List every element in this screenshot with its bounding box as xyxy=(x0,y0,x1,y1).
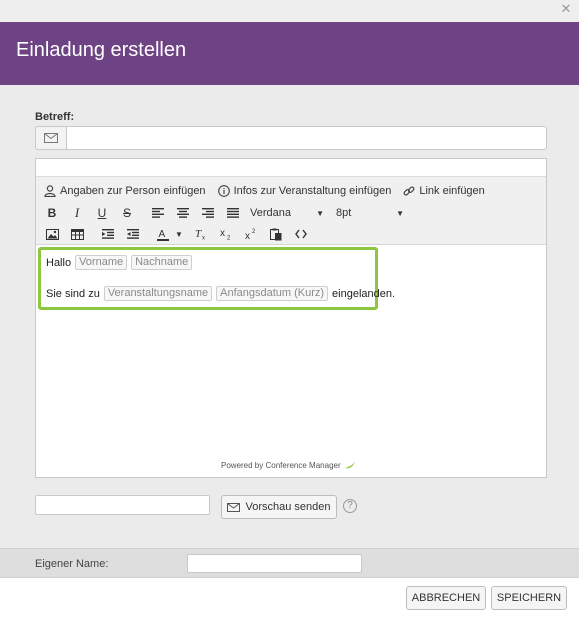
help-icon[interactable]: ? xyxy=(343,499,357,513)
svg-text:A: A xyxy=(159,229,166,240)
insert-event-label: Infos zur Veranstaltung einfügen xyxy=(233,185,392,197)
insert-person-button[interactable]: Angaben zur Person einfügen xyxy=(44,185,206,197)
italic-button[interactable]: I xyxy=(67,204,87,222)
align-right-icon xyxy=(202,208,214,218)
font-size-value: 8pt xyxy=(336,207,352,219)
powered-by: Powered by Conference Manager xyxy=(221,460,356,470)
dialog-top-bar: ✕ xyxy=(0,0,579,22)
person-icon xyxy=(44,185,56,197)
greeting-text: Hallo xyxy=(46,256,72,269)
indent-button[interactable] xyxy=(123,225,143,243)
dialog-header: Einladung erstellen xyxy=(0,22,579,85)
align-justify-icon xyxy=(227,208,239,218)
svg-text:x: x xyxy=(245,231,250,240)
outdent-icon xyxy=(102,229,114,239)
font-family-select[interactable]: Verdana ▼ xyxy=(250,204,326,222)
align-center-button[interactable] xyxy=(173,204,193,222)
subject-input[interactable] xyxy=(66,126,547,150)
placeholder-firstname[interactable]: Vorname xyxy=(75,255,128,270)
chevron-down-icon: ▼ xyxy=(175,229,183,239)
close-icon[interactable]: ✕ xyxy=(559,3,573,17)
dialog-title: Einladung erstellen xyxy=(16,39,187,61)
insert-link-button[interactable]: Link einfügen xyxy=(403,185,485,197)
table-icon xyxy=(70,228,84,240)
dialog-footer: ABBRECHEN SPEICHERN xyxy=(0,578,579,618)
own-name-row: Eigener Name: xyxy=(0,548,579,578)
svg-text:T: T xyxy=(195,228,202,240)
svg-text:x: x xyxy=(202,236,205,241)
font-family-value: Verdana xyxy=(250,207,291,219)
font-color-button[interactable]: A ▼ xyxy=(154,225,186,243)
font-size-select[interactable]: 8pt ▼ xyxy=(336,204,406,222)
own-name-input[interactable] xyxy=(187,554,362,573)
paste-button[interactable] xyxy=(266,225,286,243)
align-left-icon xyxy=(152,208,164,218)
paste-icon xyxy=(270,228,282,240)
placeholder-start-date[interactable]: Anfangsdatum (Kurz) xyxy=(216,286,329,301)
align-justify-button[interactable] xyxy=(223,204,243,222)
code-icon xyxy=(295,229,307,239)
greeting-line: Hallo Vorname Nachname xyxy=(46,255,193,270)
rich-text-editor: Angaben zur Person einfügen Infos zur Ve… xyxy=(35,158,547,478)
clear-format-icon: Tx xyxy=(195,228,205,241)
toolbar-insert-row: Angaben zur Person einfügen Infos zur Ve… xyxy=(44,183,497,199)
underline-button[interactable]: U xyxy=(92,204,112,222)
invitation-template-highlight: Hallo Vorname Nachname Sie sind zu Veran… xyxy=(38,247,395,310)
source-code-button[interactable] xyxy=(291,225,311,243)
align-left-button[interactable] xyxy=(148,204,168,222)
image-icon xyxy=(45,228,59,240)
leaf-logo-icon xyxy=(344,461,355,469)
subscript-button[interactable]: x2 xyxy=(216,225,236,243)
invitation-text-start: Sie sind zu xyxy=(46,287,100,300)
superscript-button[interactable]: x2 xyxy=(241,225,261,243)
insert-link-label: Link einfügen xyxy=(419,185,485,197)
own-name-label: Eigener Name: xyxy=(35,558,109,570)
invitation-line: Sie sind zu Veranstaltungsname Anfangsda… xyxy=(46,286,395,301)
subscript-icon: x2 xyxy=(220,228,231,241)
powered-by-text: Powered by Conference Manager xyxy=(221,460,341,470)
svg-text:x: x xyxy=(220,228,225,239)
chevron-down-icon: ▼ xyxy=(396,208,404,218)
editor-top-strip xyxy=(36,159,546,177)
indent-icon xyxy=(127,229,139,239)
envelope-icon xyxy=(227,502,241,512)
clear-format-button[interactable]: Tx xyxy=(191,225,211,243)
send-preview-button[interactable]: Vorschau senden xyxy=(221,495,337,519)
insert-person-label: Angaben zur Person einfügen xyxy=(60,185,206,197)
info-icon xyxy=(217,185,230,197)
chevron-down-icon: ▼ xyxy=(316,208,324,218)
align-center-icon xyxy=(177,208,189,218)
subject-label: Betreff: xyxy=(35,111,75,123)
strikethrough-button[interactable]: S xyxy=(117,204,137,222)
svg-text:2: 2 xyxy=(252,229,256,235)
outdent-button[interactable] xyxy=(98,225,118,243)
insert-image-button[interactable] xyxy=(42,225,62,243)
insert-event-button[interactable]: Infos zur Veranstaltung einfügen xyxy=(217,185,392,197)
cancel-button[interactable]: ABBRECHEN xyxy=(406,586,486,610)
superscript-icon: x2 xyxy=(245,229,256,240)
save-button[interactable]: SPEICHERN xyxy=(491,586,567,610)
link-icon xyxy=(403,186,415,196)
subject-addon xyxy=(35,126,66,150)
editor-content[interactable]: Hallo Vorname Nachname Sie sind zu Veran… xyxy=(36,246,546,477)
toolbar-insert-tools-row: A ▼ Tx x2 x2 xyxy=(42,225,316,243)
placeholder-event-name[interactable]: Veranstaltungsname xyxy=(103,286,213,301)
preview-email-input[interactable] xyxy=(35,495,210,515)
placeholder-lastname[interactable]: Nachname xyxy=(131,255,193,270)
send-preview-label: Vorschau senden xyxy=(245,501,331,513)
bold-button[interactable]: B xyxy=(42,204,62,222)
invitation-text-end: eingelanden. xyxy=(332,287,396,300)
envelope-icon xyxy=(44,133,58,143)
font-color-icon: A xyxy=(157,229,170,241)
toolbar-format-row: B I U S Verdana ▼ 8pt ▼ xyxy=(42,204,406,222)
editor-toolbar: Angaben zur Person einfügen Infos zur Ve… xyxy=(36,177,546,245)
insert-table-button[interactable] xyxy=(67,225,87,243)
align-right-button[interactable] xyxy=(198,204,218,222)
svg-text:2: 2 xyxy=(227,236,231,241)
